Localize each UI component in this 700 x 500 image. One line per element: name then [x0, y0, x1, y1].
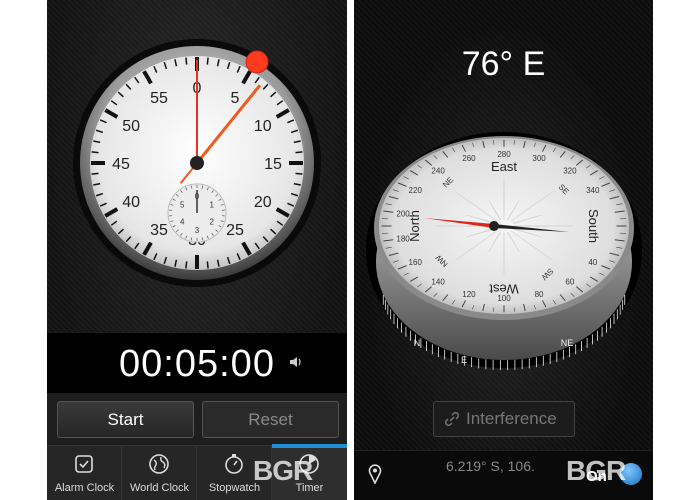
start-button[interactable]: Start	[57, 401, 194, 438]
dial-number: 5	[231, 90, 240, 107]
side-label: N	[414, 338, 421, 348]
tab-label: Alarm Clock	[54, 482, 115, 494]
watermark-right: BGR	[566, 455, 626, 486]
watermark-left: BGR	[253, 455, 313, 486]
compass-screen: 76° E 40 60 80 100 120 140 160 180 200 220 240 260 2…	[354, 0, 653, 500]
location-pin-icon[interactable]	[368, 464, 382, 484]
reset-button[interactable]: Reset	[202, 401, 339, 438]
compass-degree-label: 300	[532, 154, 546, 163]
speaker-icon[interactable]	[288, 354, 304, 370]
center-pin	[190, 156, 204, 170]
rose-point	[513, 225, 573, 227]
compass-cardinal: East	[491, 159, 517, 174]
side-label: NE	[561, 338, 574, 348]
tab-alarm-clock[interactable]: Alarm Clock	[47, 445, 122, 500]
compass-degree-label: 280	[497, 150, 511, 159]
dial-tick	[91, 172, 99, 175]
alarm-clock-icon	[75, 455, 93, 473]
compass-degree-label: 80	[535, 290, 544, 299]
compass-degree-label: 260	[462, 154, 476, 163]
dial-number: 40	[122, 194, 140, 211]
sub-dial-number: 2	[209, 218, 214, 227]
compass-degree-label: 320	[563, 167, 577, 176]
dial-number: 55	[150, 90, 168, 107]
heading-readout: 76° E	[461, 45, 546, 83]
dial-tick	[295, 172, 303, 175]
tab-label: World Clock	[129, 482, 190, 494]
sub-dial-number: 3	[195, 226, 200, 235]
side-label: E	[461, 355, 467, 365]
dial-number: 45	[112, 156, 130, 173]
compass-degree-label: 120	[462, 290, 476, 299]
dial-tick	[185, 57, 188, 65]
compass-cardinal: South	[586, 209, 601, 243]
compass-degree-label: 240	[431, 167, 445, 176]
dial-number: 15	[264, 156, 282, 173]
dial-tick	[206, 57, 209, 65]
coordinates-text: 6.219° S, 106.	[446, 458, 535, 474]
dial-number: 10	[254, 118, 272, 135]
dial-number: 20	[254, 194, 272, 211]
compass-degree-label: 160	[409, 258, 423, 267]
stopwatch-dial: 0510152025303540455055 012345	[73, 39, 321, 287]
stopwatch-icon	[225, 454, 243, 474]
dial-tick	[295, 151, 303, 154]
compass-cardinal: West	[489, 281, 519, 296]
dial-tick	[206, 261, 209, 269]
compass-degree-label: 220	[409, 186, 423, 195]
dial-tick	[185, 261, 188, 269]
compass-degree-label: 140	[431, 277, 445, 286]
tab-world-clock[interactable]: World Clock	[122, 445, 197, 500]
drag-handle[interactable]	[245, 50, 269, 74]
sub-dial-number: 1	[209, 201, 214, 210]
compass-degree-label: 340	[586, 186, 600, 195]
link-icon	[444, 411, 460, 427]
interference-button[interactable]: Interference	[433, 401, 575, 437]
sub-dial-number: 5	[180, 201, 185, 210]
dial-number: 25	[226, 222, 244, 239]
compass-degree-label: 40	[588, 258, 597, 267]
needle-pivot	[489, 221, 499, 231]
globe-icon	[149, 454, 169, 474]
sub-dial-number: 4	[180, 218, 185, 227]
stopwatch-screen: 0510152025303540455055 012345 00:05:00 S…	[47, 0, 347, 500]
dial-number: 50	[122, 118, 140, 135]
dial-tick	[91, 151, 99, 154]
compass-dial: 406080100120140160180200220240260 280 3003…	[366, 132, 642, 371]
compass-cardinal: North	[407, 210, 422, 242]
dial-number: 35	[150, 222, 168, 239]
interference-label: Interference	[466, 409, 557, 428]
compass-degree-label: 60	[565, 277, 574, 286]
